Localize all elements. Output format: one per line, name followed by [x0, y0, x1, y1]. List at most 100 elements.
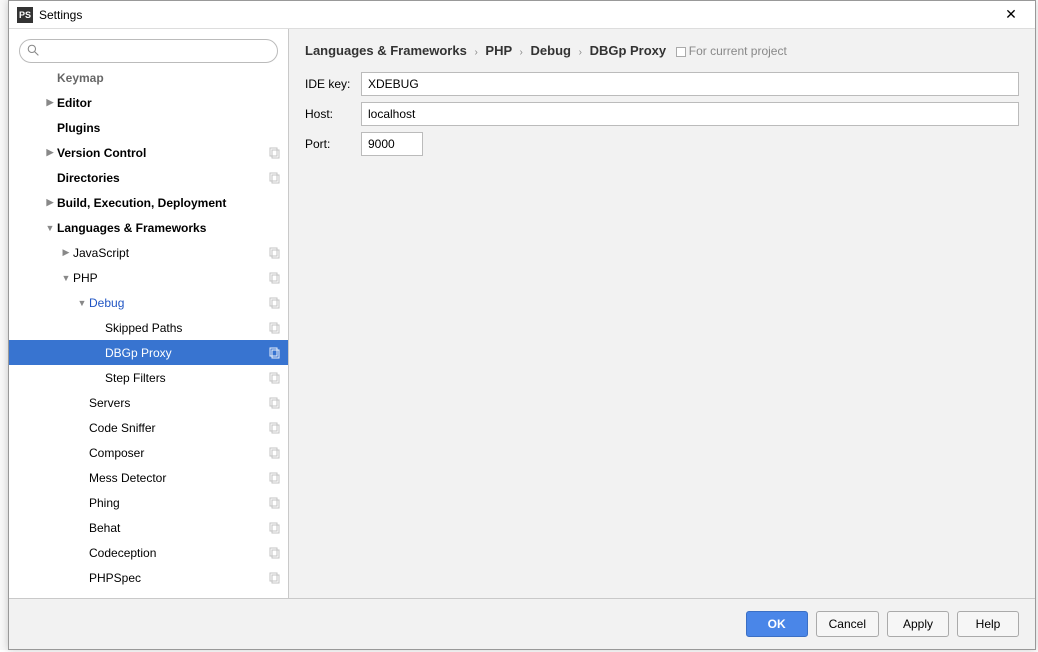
form-row-port: Port: [305, 132, 1019, 156]
tree-item-debug[interactable]: ▼Debug [9, 290, 288, 315]
project-scope-icon [268, 572, 280, 584]
tree-item-version-control[interactable]: ▶Version Control [9, 140, 288, 165]
tree-item-label: Servers [89, 396, 268, 410]
search-wrapper [9, 29, 288, 69]
tree-arrow-icon[interactable]: ▶ [45, 147, 55, 158]
project-scope-icon [268, 397, 280, 409]
close-button[interactable]: ✕ [995, 6, 1027, 23]
tree-arrow-icon[interactable]: ▶ [45, 197, 55, 208]
tree-item-php[interactable]: ▼PHP [9, 265, 288, 290]
breadcrumb-part: Debug [531, 43, 571, 58]
breadcrumb-separator: › [520, 47, 523, 58]
help-button[interactable]: Help [957, 611, 1019, 637]
tree-item-phpspec[interactable]: PHPSpec [9, 565, 288, 590]
port-input[interactable] [361, 132, 423, 156]
tree-item-label: Mess Detector [89, 471, 268, 485]
tree-item-label: DBGp Proxy [105, 346, 268, 360]
project-scope-icon [676, 47, 686, 57]
project-scope-icon [268, 322, 280, 334]
project-scope-icon [268, 272, 280, 284]
tree-item-phing[interactable]: Phing [9, 490, 288, 515]
title-bar: PS Settings ✕ [9, 1, 1035, 29]
tree-item-servers[interactable]: Servers [9, 390, 288, 415]
tree-item-label: PHPSpec [89, 571, 268, 585]
tree-item-editor[interactable]: ▶Editor [9, 90, 288, 115]
project-scope-icon [268, 522, 280, 534]
settings-dialog: PS Settings ✕ Keymap▶EditorPlugins▶Versi… [8, 0, 1036, 650]
project-scope-icon [268, 447, 280, 459]
tree-arrow-icon[interactable]: ▼ [61, 273, 71, 283]
tree-arrow-icon[interactable]: ▼ [77, 298, 87, 308]
tree-item-step-filters[interactable]: Step Filters [9, 365, 288, 390]
project-scope-icon [268, 372, 280, 384]
tree-item-dbgp-proxy[interactable]: DBGp Proxy [9, 340, 288, 365]
ok-button[interactable]: OK [746, 611, 808, 637]
form-row-host: Host: [305, 102, 1019, 126]
tree-item-directories[interactable]: Directories [9, 165, 288, 190]
tree-item-label: Phing [89, 496, 268, 510]
breadcrumb-part: PHP [485, 43, 512, 58]
project-scope-icon [268, 547, 280, 559]
project-scope-icon [268, 297, 280, 309]
tree-item-mess-detector[interactable]: Mess Detector [9, 465, 288, 490]
tree-item-label: Skipped Paths [105, 321, 268, 335]
ide-key-label: IDE key: [305, 77, 361, 91]
tree-item-build-execution-deployment[interactable]: ▶Build, Execution, Deployment [9, 190, 288, 215]
settings-sidebar: Keymap▶EditorPlugins▶Version ControlDire… [9, 29, 289, 598]
tree-item-composer[interactable]: Composer [9, 440, 288, 465]
project-scope-icon [268, 172, 280, 184]
tree-item-languages-frameworks[interactable]: ▼Languages & Frameworks [9, 215, 288, 240]
project-scope-icon [268, 497, 280, 509]
tree-item-label: Codeception [89, 546, 268, 560]
project-scope-icon [268, 472, 280, 484]
form-row-ide-key: IDE key: [305, 72, 1019, 96]
host-input[interactable] [361, 102, 1019, 126]
tree-item-behat[interactable]: Behat [9, 515, 288, 540]
settings-tree[interactable]: Keymap▶EditorPlugins▶Version ControlDire… [9, 69, 288, 598]
cancel-button[interactable]: Cancel [816, 611, 879, 637]
search-input[interactable] [19, 39, 278, 63]
tree-item-codeception[interactable]: Codeception [9, 540, 288, 565]
tree-item-label: Step Filters [105, 371, 268, 385]
host-label: Host: [305, 107, 361, 121]
tree-item-label: Directories [57, 171, 268, 185]
ide-key-input[interactable] [361, 72, 1019, 96]
tree-item-label: Code Sniffer [89, 421, 268, 435]
tree-item-code-sniffer[interactable]: Code Sniffer [9, 415, 288, 440]
tree-item-javascript[interactable]: ▶JavaScript [9, 240, 288, 265]
tree-item-label: Debug [89, 296, 268, 310]
tree-arrow-icon[interactable]: ▶ [45, 97, 55, 108]
dbgp-proxy-form: IDE key: Host: Port: [289, 68, 1035, 166]
tree-item-keymap[interactable]: Keymap [9, 69, 288, 90]
tree-item-plugins[interactable]: Plugins [9, 115, 288, 140]
content-panel: Languages & Frameworks › PHP › Debug › D… [289, 29, 1035, 598]
tree-item-skipped-paths[interactable]: Skipped Paths [9, 315, 288, 340]
tree-item-label: Behat [89, 521, 268, 535]
project-scope-icon [268, 147, 280, 159]
background-margin [0, 0, 8, 650]
breadcrumb-part: DBGp Proxy [590, 43, 667, 58]
tree-item-label: Version Control [57, 146, 268, 160]
tree-item-label: PHP [73, 271, 268, 285]
tree-arrow-icon[interactable]: ▶ [61, 247, 71, 258]
tree-item-label: Plugins [57, 121, 268, 135]
tree-item-label: JavaScript [73, 246, 268, 260]
project-scope-label: For current project [676, 44, 787, 58]
tree-arrow-icon[interactable]: ▼ [45, 223, 55, 233]
breadcrumb-separator: › [579, 47, 582, 58]
dialog-footer: OK Cancel Apply Help [9, 598, 1035, 649]
breadcrumb-part: Languages & Frameworks [305, 43, 467, 58]
window-title: Settings [39, 8, 995, 22]
tree-item-label: Editor [57, 96, 268, 110]
project-scope-icon [268, 347, 280, 359]
dialog-body: Keymap▶EditorPlugins▶Version ControlDire… [9, 29, 1035, 598]
project-scope-icon [268, 422, 280, 434]
breadcrumb: Languages & Frameworks › PHP › Debug › D… [289, 29, 1035, 68]
breadcrumb-separator: › [474, 47, 477, 58]
tree-item-label: Build, Execution, Deployment [57, 196, 268, 210]
tree-item-label: Composer [89, 446, 268, 460]
port-label: Port: [305, 137, 361, 151]
tree-item-label: Keymap [57, 71, 268, 85]
apply-button[interactable]: Apply [887, 611, 949, 637]
project-scope-icon [268, 247, 280, 259]
